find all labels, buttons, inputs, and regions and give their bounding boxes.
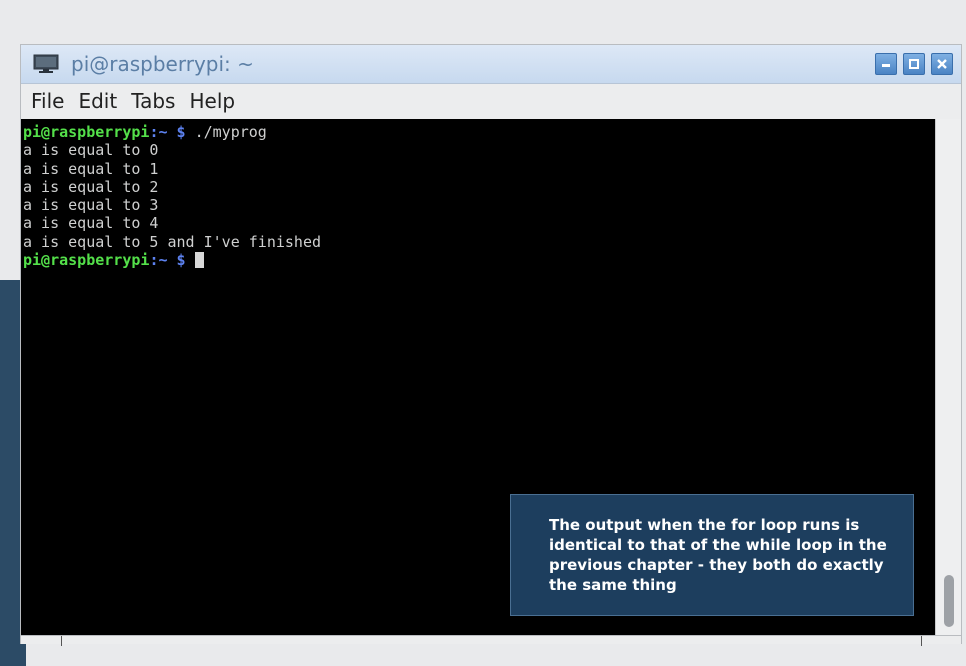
terminal-monitor-icon bbox=[33, 54, 59, 73]
output-line: a is equal to 3 bbox=[23, 196, 159, 215]
menu-bar: File Edit Tabs Help bbox=[21, 84, 961, 118]
text-cursor bbox=[194, 252, 204, 269]
close-icon bbox=[937, 59, 947, 69]
minimize-icon bbox=[882, 64, 890, 67]
close-button[interactable] bbox=[931, 53, 953, 75]
prompt-user: pi@raspberrypi bbox=[23, 251, 150, 270]
caption-callout: The output when the for loop runs is ide… bbox=[510, 494, 914, 616]
window-bottom-edge bbox=[21, 635, 961, 646]
title-bar[interactable]: pi@raspberrypi: ~ bbox=[21, 45, 961, 84]
current-prompt-line: pi@raspberrypi:~ $ bbox=[23, 251, 935, 269]
divider bbox=[921, 636, 922, 646]
prompt-user: pi@raspberrypi bbox=[23, 123, 150, 141]
command-text: ./myprog bbox=[185, 123, 267, 141]
maximize-button[interactable] bbox=[903, 53, 925, 75]
prompt-path: :~ $ bbox=[149, 251, 186, 270]
menu-help[interactable]: Help bbox=[183, 89, 241, 113]
window-title: pi@raspberrypi: ~ bbox=[71, 52, 254, 76]
output-line: a is equal to 1 bbox=[23, 159, 159, 178]
maximize-icon bbox=[909, 59, 919, 69]
menu-file[interactable]: File bbox=[25, 89, 70, 113]
prompt-path: :~ $ bbox=[149, 123, 186, 141]
minimize-button[interactable] bbox=[875, 53, 897, 75]
output-line: a is equal to 0 bbox=[23, 141, 159, 160]
command-line: pi@raspberrypi:~ $ ./myprog bbox=[23, 123, 935, 141]
output-line: a is equal to 2 bbox=[23, 177, 159, 196]
menu-edit[interactable]: Edit bbox=[72, 89, 123, 113]
output-line: a is equal to 4 bbox=[23, 214, 159, 233]
vertical-scrollbar[interactable] bbox=[935, 119, 961, 635]
divider bbox=[61, 636, 62, 646]
output-line: a is equal to 5 and I've finished bbox=[23, 232, 322, 251]
scrollbar-thumb[interactable] bbox=[944, 575, 954, 627]
window-controls bbox=[875, 53, 953, 75]
menu-tabs[interactable]: Tabs bbox=[125, 89, 181, 113]
